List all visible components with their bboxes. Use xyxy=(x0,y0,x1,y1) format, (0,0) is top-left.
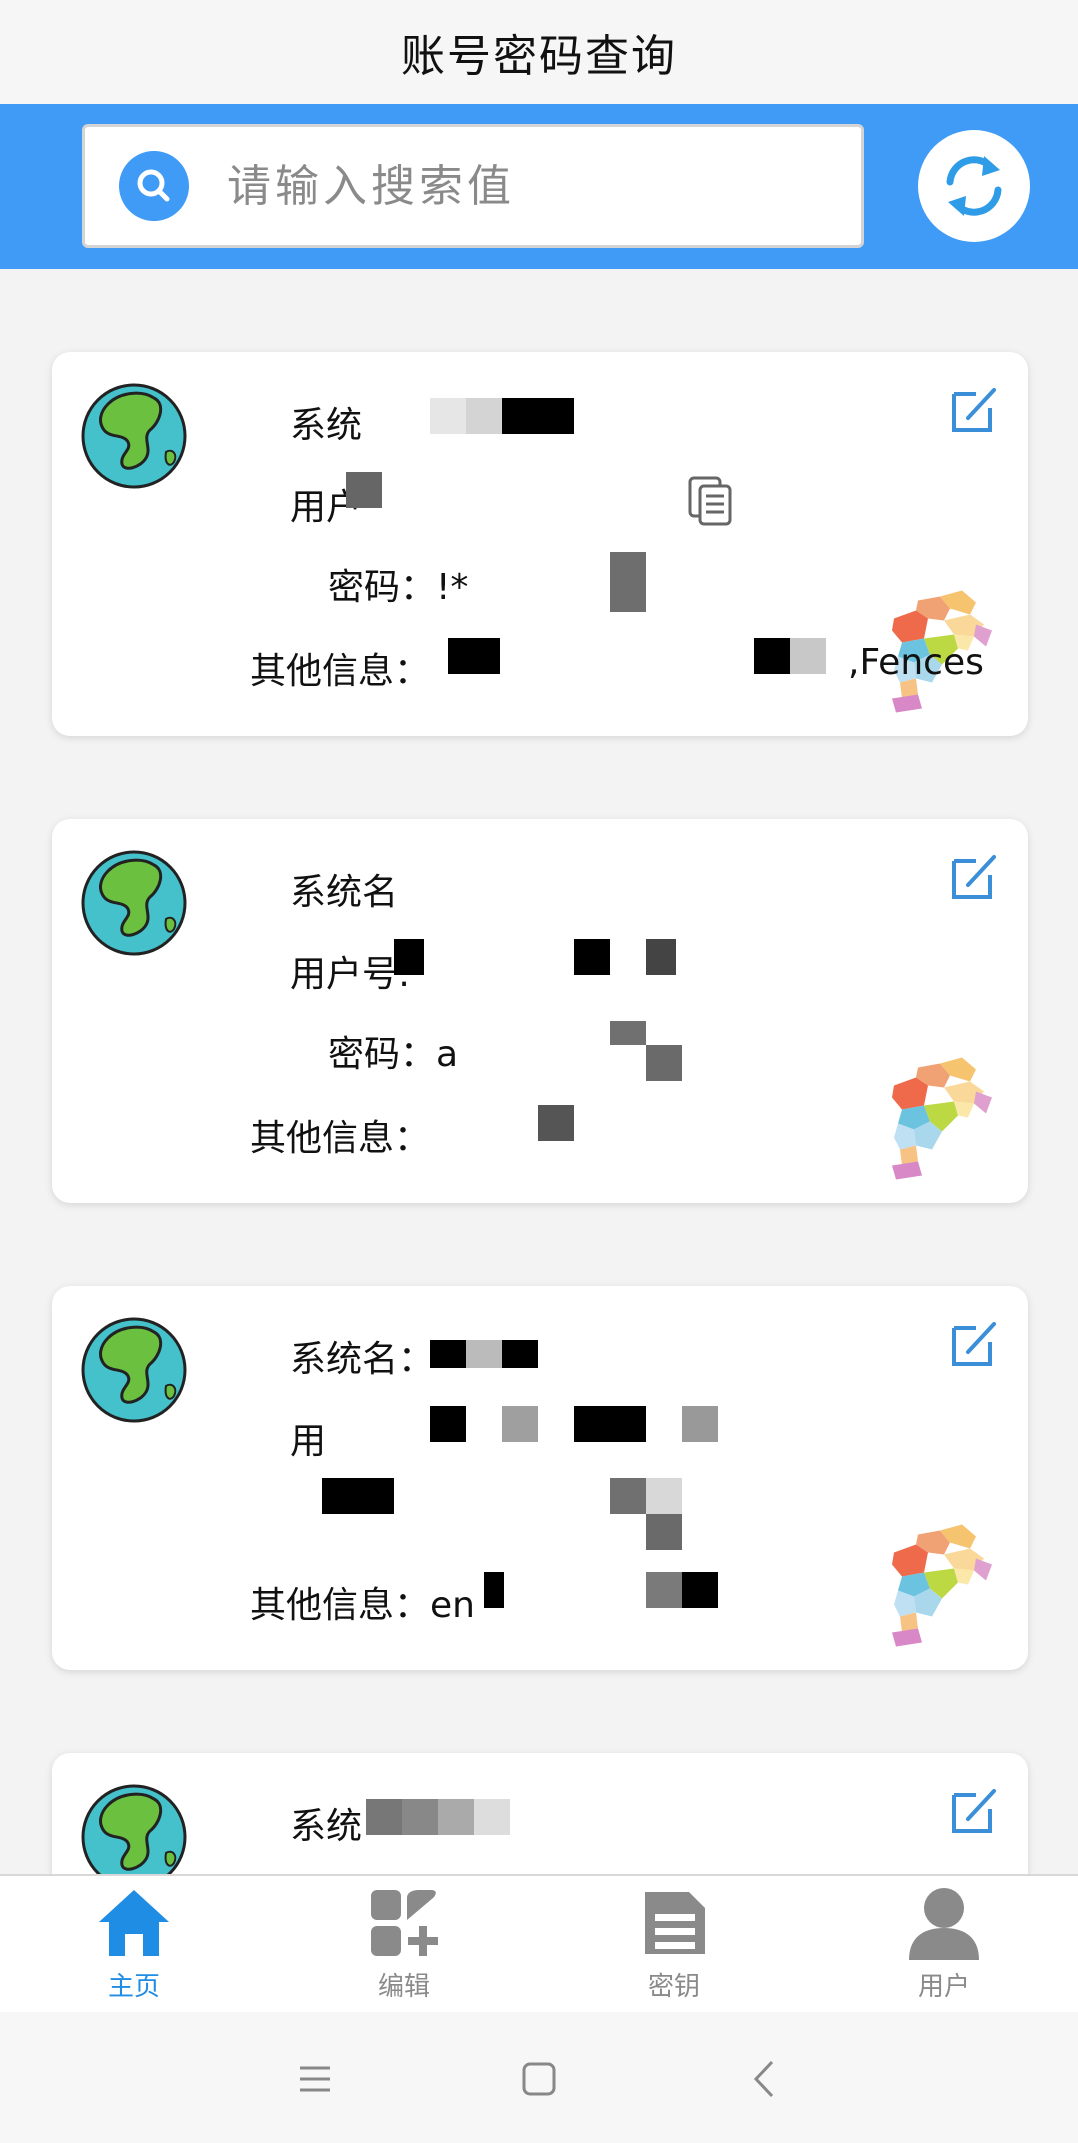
other-info-field: 其他信息： xyxy=(250,651,431,692)
pixelated-redaction xyxy=(322,1478,394,1514)
nav-item-keys[interactable]: 密钥 xyxy=(574,1884,774,2008)
system-name-field: 系统名 xyxy=(290,872,399,913)
pixelated-redaction xyxy=(466,398,502,434)
system-name-field: 系统 xyxy=(290,1806,363,1847)
pixelated-redaction xyxy=(448,638,500,674)
nav-item-user[interactable]: 用户 xyxy=(844,1884,1044,2008)
search-icon[interactable] xyxy=(119,151,189,221)
pixelated-redaction xyxy=(682,1406,718,1442)
pixelated-redaction xyxy=(754,638,790,674)
pixelated-redaction xyxy=(366,1799,402,1835)
pixelated-redaction xyxy=(394,939,424,975)
title-bar: 账号密码查询 xyxy=(0,0,1078,104)
pixelated-redaction xyxy=(574,1406,646,1442)
pixelated-redaction xyxy=(646,1572,682,1608)
system-name-field: 系统 xyxy=(290,405,363,446)
user-field: 用 xyxy=(290,1421,327,1462)
pixelated-redaction xyxy=(502,398,574,434)
nav-label-user: 用户 xyxy=(917,1972,970,2002)
refresh-icon xyxy=(946,156,1002,216)
pixelated-redaction xyxy=(430,398,466,434)
pixelated-redaction xyxy=(646,1478,682,1514)
pixelated-redaction xyxy=(646,1514,682,1550)
system-name-field: 系统名： xyxy=(290,1339,435,1380)
pixelated-redaction xyxy=(538,1105,574,1141)
search-input[interactable] xyxy=(225,159,829,213)
pixelated-redaction xyxy=(430,1406,466,1442)
globe-icon xyxy=(81,1317,187,1423)
page-title: 账号密码查询 xyxy=(401,31,677,82)
document-icon xyxy=(645,1892,705,1954)
home-square-icon[interactable] xyxy=(514,2054,564,2104)
nav-label-home: 主页 xyxy=(107,1972,160,2002)
search-bar-area xyxy=(0,104,1078,269)
pixelated-redaction xyxy=(790,638,826,674)
map-decoration-icon xyxy=(892,1057,992,1180)
edit-icon[interactable] xyxy=(948,849,1000,901)
bottom-navigation: 主页 编辑 密钥 用户 xyxy=(0,1874,1078,2014)
other-info-field: 其他信息： xyxy=(250,1118,431,1159)
password-field: 密码：a xyxy=(328,1034,459,1075)
pixelated-redaction xyxy=(474,1799,510,1835)
user-field: 用户号: xyxy=(290,954,411,995)
globe-icon xyxy=(81,850,187,956)
menu-icon[interactable] xyxy=(290,2054,340,2104)
system-navigation-bar xyxy=(0,2012,1078,2143)
pixelated-redaction xyxy=(646,1045,682,1081)
copy-icon[interactable] xyxy=(688,476,734,526)
account-card[interactable]: 系统 用户 密码：!* 其他信息： ,Fences xyxy=(52,352,1028,736)
nav-label-edit: 编辑 xyxy=(377,1972,430,2002)
pixelated-redaction xyxy=(574,939,610,975)
nav-item-edit[interactable]: 编辑 xyxy=(304,1884,504,2008)
pixelated-redaction xyxy=(346,472,382,508)
pixelated-redaction xyxy=(610,1478,646,1514)
other-info-field: 其他信息：en xyxy=(250,1585,475,1626)
edit-icon[interactable] xyxy=(948,1783,1000,1835)
back-icon[interactable] xyxy=(740,2054,790,2104)
account-card[interactable]: 系统名 用户号: 密码：a 其他信息： xyxy=(52,819,1028,1203)
other-info-tail: ,Fences xyxy=(848,642,984,683)
nav-item-home[interactable]: 主页 xyxy=(34,1884,234,2008)
refresh-button[interactable] xyxy=(918,130,1030,242)
pixelated-redaction xyxy=(646,939,676,975)
pixelated-redaction xyxy=(502,1340,538,1368)
home-icon xyxy=(99,1890,169,1956)
password-field: 密码：!* xyxy=(328,567,469,608)
account-card[interactable]: 系统名： 用 其他信息：en xyxy=(52,1286,1028,1670)
pixelated-redaction xyxy=(610,1021,646,1045)
edit-grid-icon xyxy=(371,1890,438,1956)
pixelated-redaction xyxy=(610,552,646,612)
pixelated-redaction xyxy=(402,1799,438,1835)
user-icon xyxy=(909,1888,979,1960)
pixelated-redaction xyxy=(430,1340,466,1368)
pixelated-redaction xyxy=(438,1799,474,1835)
pixelated-redaction xyxy=(466,1340,502,1368)
edit-icon[interactable] xyxy=(948,382,1000,434)
search-box[interactable] xyxy=(82,124,864,248)
edit-icon[interactable] xyxy=(948,1316,1000,1368)
pixelated-redaction xyxy=(502,1406,538,1442)
nav-label-keys: 密钥 xyxy=(647,1972,700,2002)
pixelated-redaction xyxy=(682,1572,718,1608)
globe-icon xyxy=(81,383,187,489)
pixelated-redaction xyxy=(484,1572,504,1608)
map-decoration-icon xyxy=(892,1524,992,1647)
